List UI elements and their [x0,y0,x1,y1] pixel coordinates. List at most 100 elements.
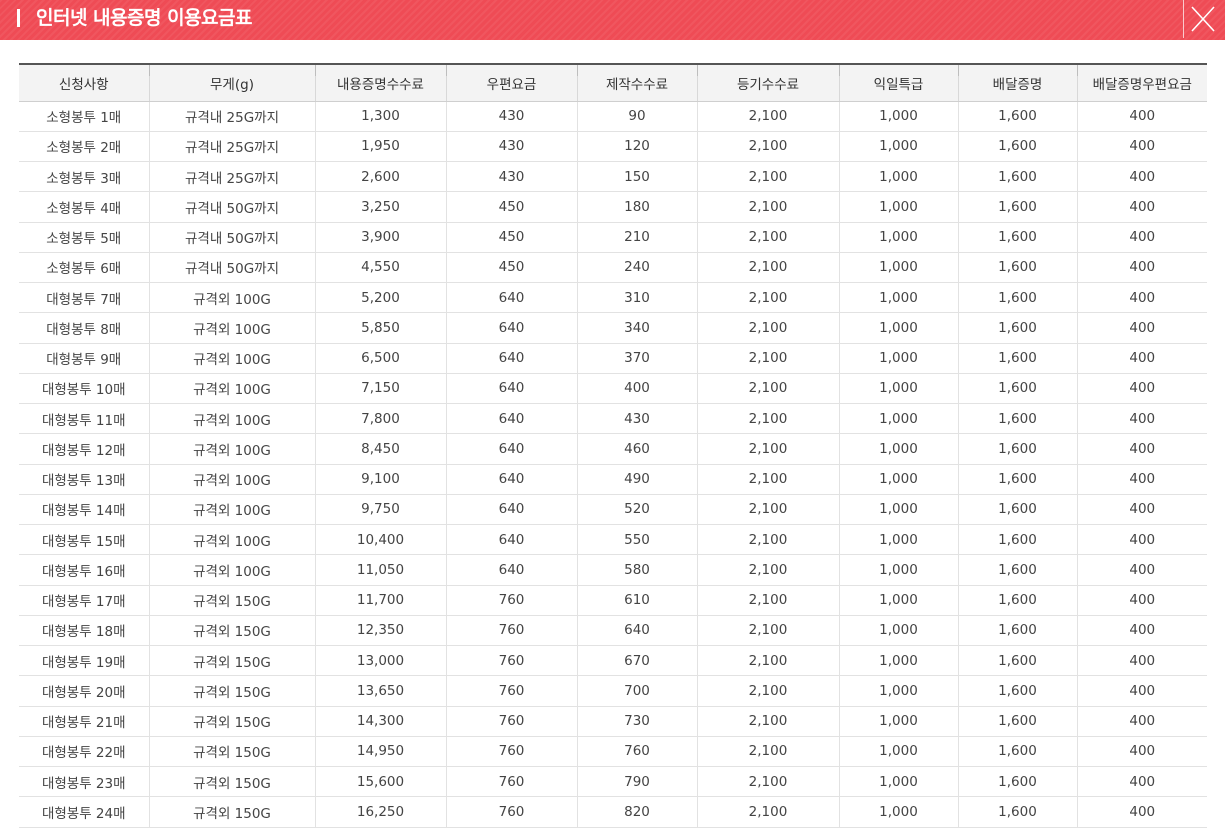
table-cell: 310 [576,282,697,314]
table-cell: 2,100 [696,433,839,465]
table-cell: 760 [445,706,577,737]
table-cell: 640 [445,312,577,344]
table-cell: 1,600 [957,161,1077,193]
table-row: 대형봉투 13매 규격외 100G 9,100 640 490 2,100 1,000 1,6… [19,464,1207,495]
table-cell: 1,000 [838,343,958,374]
column-header-label: 등기수수료 [736,76,800,93]
table-cell: 1,000 [838,191,958,223]
table-cell: 2,100 [696,252,839,284]
table-cell: 규격외 100G [148,312,315,344]
table-cell: 규격외 100G [148,524,315,556]
column-header: 등기수수료 [696,63,839,102]
table-row: 소형봉투 5매 규격내 50G까지 3,900 450 210 2,100 1,000 1,6… [19,222,1207,253]
table-cell: 210 [576,222,697,253]
column-header: 우편요금 [445,63,577,102]
table-cell: 대형봉투 12매 [19,433,149,465]
table-cell: 1,600 [957,796,1077,828]
table-header-row: 신청사항 무게(g) 내용증명수수료 우편요금 제작수수료 등기수수료 익일특급 배달증명 배달… [19,63,1207,102]
table-cell: 760 [445,766,577,798]
table-cell: 1,300 [314,101,446,132]
table-cell: 1,000 [838,252,958,284]
table-cell: 2,100 [696,161,839,193]
table-cell: 9,750 [314,494,446,526]
table-cell: 대형봉투 15매 [19,524,149,556]
table-cell: 490 [576,464,697,495]
table-row: 대형봉투 21매 규격외 150G 14,300 760 730 2,100 1,000 1,… [19,706,1207,737]
table-row: 소형봉투 6매 규격내 50G까지 4,550 450 240 2,100 1,000 1,6… [19,252,1207,284]
table-cell: 2,100 [696,343,839,374]
table-cell: 400 [1076,706,1207,737]
table-cell: 2,100 [696,464,839,495]
table-cell: 640 [445,343,577,374]
table-cell: 580 [576,554,697,586]
column-header: 익일특급 [838,63,958,102]
table-cell: 400 [576,373,697,405]
table-cell: 대형봉투 13매 [19,464,149,495]
table-cell: 730 [576,706,697,737]
table-cell: 11,700 [314,585,446,616]
table-cell: 1,000 [838,585,958,616]
table-cell: 소형봉투 4매 [19,191,149,223]
table-cell: 2,100 [696,494,839,526]
table-cell: 규격외 150G [148,585,315,616]
column-header: 내용증명수수료 [314,63,446,102]
table-cell: 1,600 [957,494,1077,526]
table-cell: 16,250 [314,796,446,828]
table-cell: 1,600 [957,101,1077,132]
table-cell: 1,000 [838,403,958,435]
table-cell: 90 [576,101,697,132]
table-cell: 400 [1076,433,1207,465]
table-cell: 1,600 [957,131,1077,163]
table-row: 대형봉투 23매 규격외 150G 15,600 760 790 2,100 1,000 1,… [19,766,1207,798]
table-cell: 520 [576,494,697,526]
table-cell: 400 [1076,524,1207,556]
table-cell: 1,000 [838,766,958,798]
table-cell: 14,300 [314,706,446,737]
header-divider [696,65,698,76]
table-cell: 400 [1076,645,1207,677]
table-cell: 1,600 [957,282,1077,314]
table-cell: 400 [1076,252,1207,284]
table-cell: 대형봉투 11매 [19,403,149,435]
table-cell: 450 [445,222,577,253]
close-button[interactable] [1183,0,1222,38]
table-cell: 1,600 [957,433,1077,465]
column-header: 제작수수료 [576,63,697,102]
table-cell: 1,000 [838,675,958,707]
popup-header: 인터넷 내용증명 이용요금표 [0,0,1225,40]
table-row: 대형봉투 15매 규격외 100G 10,400 640 550 2,100 1,000 1,… [19,524,1207,556]
table-cell: 대형봉투 19매 [19,645,149,677]
table-cell: 1,000 [838,282,958,314]
table-cell: 400 [1076,585,1207,616]
table-cell: 400 [1076,101,1207,132]
table-row: 소형봉투 1매 규격내 25G까지 1,300 430 90 2,100 1,000 1,60… [19,101,1207,132]
table-cell: 규격외 100G [148,554,315,586]
table-body: 소형봉투 1매 규격내 25G까지 1,300 430 90 2,100 1,000 1,60… [19,101,1207,828]
table-cell: 5,200 [314,282,446,314]
table-cell: 120 [576,131,697,163]
popup-title: 인터넷 내용증명 이용요금표 [36,7,253,29]
table-cell: 5,850 [314,312,446,344]
table-cell: 640 [445,464,577,495]
table-cell: 1,600 [957,585,1077,616]
table-cell: 760 [445,796,577,828]
table-cell: 640 [445,433,577,465]
table-cell: 2,100 [696,615,839,647]
table-cell: 760 [576,736,697,768]
table-cell: 700 [576,675,697,707]
table-cell: 2,100 [696,645,839,677]
table-cell: 430 [576,403,697,435]
header-divider [838,65,840,76]
table-cell: 규격외 100G [148,494,315,526]
column-header-label: 익일특급 [873,76,924,93]
table-cell: 400 [1076,161,1207,193]
table-cell: 규격외 100G [148,373,315,405]
table-cell: 소형봉투 6매 [19,252,149,284]
table-cell: 대형봉투 16매 [19,554,149,586]
header-divider [314,65,316,76]
table-cell: 1,000 [838,101,958,132]
table-cell: 규격내 25G까지 [148,101,315,132]
table-cell: 1,000 [838,222,958,253]
table-cell: 640 [445,403,577,435]
table-cell: 1,600 [957,736,1077,768]
